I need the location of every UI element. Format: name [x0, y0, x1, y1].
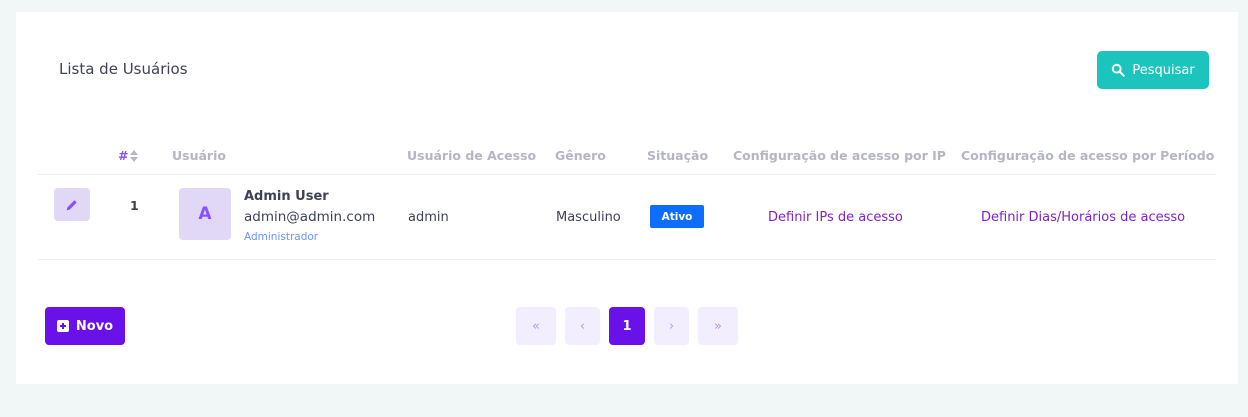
- edit-button[interactable]: [54, 188, 90, 221]
- user-name: Admin User: [244, 189, 329, 204]
- row-divider: [38, 259, 1216, 260]
- user-email: admin@admin.com: [244, 209, 376, 225]
- column-header-user: Usuário: [172, 148, 226, 163]
- user-role-link[interactable]: Administrador: [244, 231, 318, 243]
- search-button[interactable]: Pesquisar: [1097, 51, 1209, 89]
- column-header-id[interactable]: #: [118, 148, 139, 163]
- pencil-icon: [66, 199, 77, 210]
- pagination-prev[interactable]: ‹: [565, 307, 600, 345]
- header-divider: [38, 174, 1216, 175]
- page-title: Lista de Usuários: [59, 60, 188, 78]
- pagination-next[interactable]: ›: [654, 307, 689, 345]
- pagination-first[interactable]: «: [516, 307, 556, 345]
- column-header-gender: Gênero: [555, 148, 606, 163]
- sort-icon: [130, 149, 139, 162]
- column-header-login: Usuário de Acesso: [407, 148, 537, 163]
- plus-square-icon: [56, 320, 69, 332]
- status-badge: Ativo: [650, 205, 704, 228]
- pagination-page-1[interactable]: 1: [609, 307, 645, 345]
- search-icon: [1112, 63, 1126, 77]
- column-header-status: Situação: [647, 148, 709, 163]
- row-id: 1: [130, 198, 139, 213]
- new-button-label: Novo: [75, 318, 114, 334]
- new-user-button[interactable]: Novo: [45, 307, 125, 345]
- define-ip-link[interactable]: Definir IPs de acesso: [768, 210, 903, 225]
- pagination-last[interactable]: »: [698, 307, 738, 345]
- define-period-link[interactable]: Definir Dias/Horários de acesso: [981, 210, 1185, 225]
- column-header-period-config: Configuração de acesso por Período: [961, 148, 1215, 163]
- user-gender: Masculino: [556, 210, 621, 225]
- users-card: Lista de Usuários Pesquisar # Usuário Us…: [16, 12, 1238, 384]
- column-header-ip-config: Configuração de acesso por IP: [733, 148, 946, 163]
- avatar: A: [179, 188, 231, 240]
- user-login: admin: [408, 210, 449, 225]
- search-button-label: Pesquisar: [1132, 62, 1195, 78]
